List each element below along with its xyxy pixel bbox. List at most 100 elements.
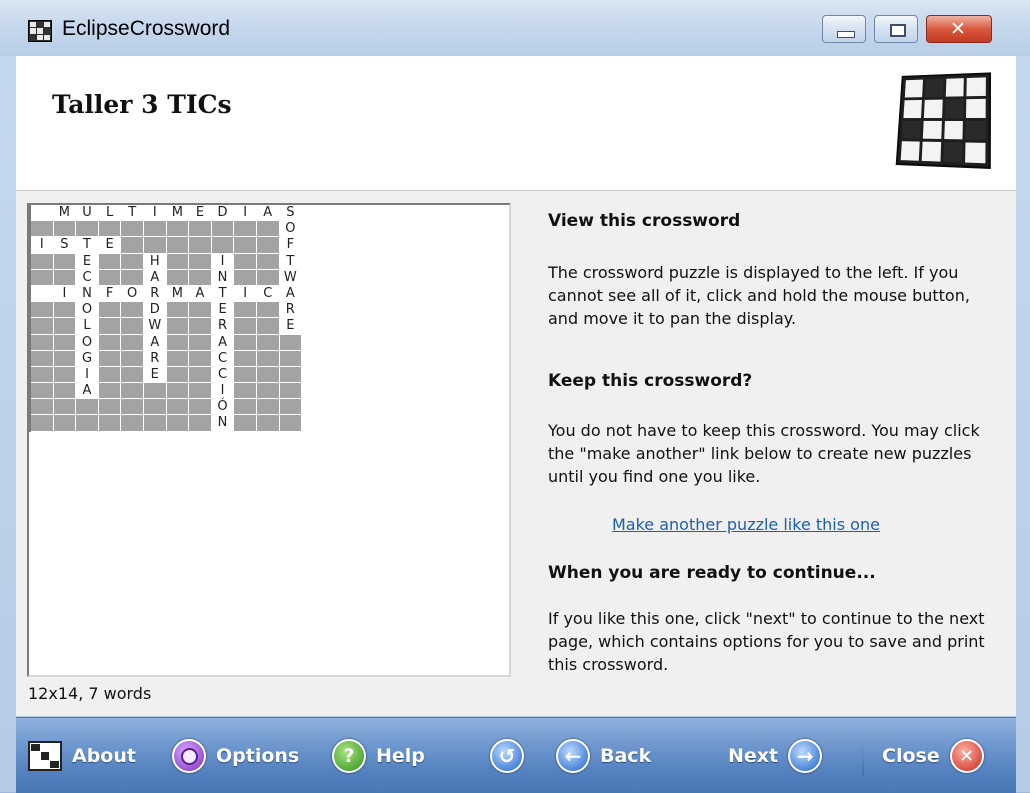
grid-cell xyxy=(234,334,256,350)
grid-cell xyxy=(234,221,256,237)
grid-cell xyxy=(98,269,121,285)
grid-cell: S xyxy=(279,205,302,221)
options-button[interactable]: Options xyxy=(172,736,299,776)
grid-cell xyxy=(31,383,53,399)
grid-cell: R xyxy=(143,285,166,302)
grid-cell xyxy=(121,366,143,383)
grid-cell: T xyxy=(279,253,302,269)
grid-cell: C xyxy=(211,366,234,383)
grid-cell: E xyxy=(98,237,121,253)
grid-cell xyxy=(256,253,279,269)
grid-cell: M xyxy=(53,205,76,221)
grid-cell xyxy=(256,350,279,366)
grid-cell xyxy=(31,221,53,237)
grid-cell xyxy=(31,366,53,383)
grid-cell xyxy=(279,366,302,383)
grid-cell: L xyxy=(76,318,98,334)
grid-cell xyxy=(234,318,256,334)
crossword-grid[interactable]: MULTIMEDIASOISTEFEHITCANWINFORMATICAODER… xyxy=(29,205,302,432)
grid-cell xyxy=(53,302,76,318)
about-button[interactable]: About xyxy=(28,736,136,776)
grid-cell xyxy=(98,366,121,383)
grid-cell xyxy=(256,269,279,285)
grid-cell xyxy=(98,253,121,269)
close-label: Close xyxy=(882,745,940,767)
grid-cell: I xyxy=(211,253,234,269)
grid-cell xyxy=(98,350,121,366)
grid-cell: L xyxy=(98,205,121,221)
grid-cell xyxy=(256,415,279,431)
grid-cell: M xyxy=(166,285,189,302)
grid-cell xyxy=(31,334,53,350)
start-over-button[interactable]: ↺ xyxy=(490,736,524,776)
grid-cell: E xyxy=(76,253,98,269)
make-another-link[interactable]: Make another puzzle like this one xyxy=(612,515,880,534)
grid-cell: T xyxy=(211,285,234,302)
grid-cell xyxy=(166,221,189,237)
grid-cell xyxy=(31,399,53,415)
next-button[interactable]: Next → xyxy=(728,736,823,776)
grid-cell: N xyxy=(211,269,234,285)
grid-cell xyxy=(31,318,53,334)
keep-text: You do not have to keep this crossword. … xyxy=(548,421,980,486)
grid-cell xyxy=(98,399,121,415)
grid-cell xyxy=(53,269,76,285)
grid-cell xyxy=(31,269,53,285)
grid-cell: T xyxy=(76,237,98,253)
options-icon xyxy=(172,739,206,773)
grid-cell xyxy=(234,415,256,431)
crossword-app-icon xyxy=(28,20,52,42)
grid-cell xyxy=(121,318,143,334)
next-label: Next xyxy=(728,745,779,767)
grid-cell: C xyxy=(76,269,98,285)
minimize-button[interactable] xyxy=(822,15,866,43)
grid-cell xyxy=(98,302,121,318)
grid-cell xyxy=(31,253,53,269)
grid-cell: R xyxy=(211,318,234,334)
main-content: MULTIMEDIASOISTEFEHITCANWINFORMATICAODER… xyxy=(16,191,1016,716)
grid-cell xyxy=(189,350,211,366)
grid-cell: T xyxy=(121,205,143,221)
grid-cell: W xyxy=(279,269,302,285)
grid-cell xyxy=(166,399,189,415)
grid-cell xyxy=(31,350,53,366)
next-arrow-icon: → xyxy=(788,739,823,773)
grid-cell: R xyxy=(279,302,302,318)
help-button[interactable]: ? Help xyxy=(332,736,425,776)
grid-cell xyxy=(53,334,76,350)
puzzle-size-status: 12x14, 7 words xyxy=(28,684,152,703)
title-bar[interactable]: EclipseCrossword xyxy=(0,0,1030,56)
grid-cell: H xyxy=(143,253,166,269)
grid-cell xyxy=(53,221,76,237)
close-button[interactable]: Close ✕ xyxy=(882,736,984,776)
grid-cell xyxy=(31,415,53,431)
back-button[interactable]: ← Back xyxy=(556,736,651,776)
crossword-preview[interactable]: MULTIMEDIASOISTEFEHITCANWINFORMATICAODER… xyxy=(27,203,511,677)
grid-cell xyxy=(256,334,279,350)
grid-cell xyxy=(279,334,302,350)
grid-cell: R xyxy=(143,350,166,366)
grid-cell xyxy=(189,269,211,285)
grid-cell xyxy=(189,318,211,334)
grid-cell xyxy=(211,237,234,253)
maximize-button[interactable] xyxy=(874,15,918,43)
grid-cell: I xyxy=(76,366,98,383)
grid-cell xyxy=(53,399,76,415)
grid-cell xyxy=(234,366,256,383)
grid-cell xyxy=(234,302,256,318)
grid-cell xyxy=(76,399,98,415)
grid-cell xyxy=(98,334,121,350)
grid-cell: O xyxy=(279,221,302,237)
grid-cell xyxy=(166,383,189,399)
help-label: Help xyxy=(376,745,425,767)
grid-cell xyxy=(143,237,166,253)
grid-cell xyxy=(166,334,189,350)
grid-cell xyxy=(166,366,189,383)
grid-cell: F xyxy=(279,237,302,253)
grid-cell xyxy=(189,366,211,383)
window-close-button[interactable] xyxy=(926,15,992,43)
grid-cell xyxy=(256,366,279,383)
grid-cell xyxy=(234,399,256,415)
back-label: Back xyxy=(600,745,652,767)
grid-cell xyxy=(279,399,302,415)
